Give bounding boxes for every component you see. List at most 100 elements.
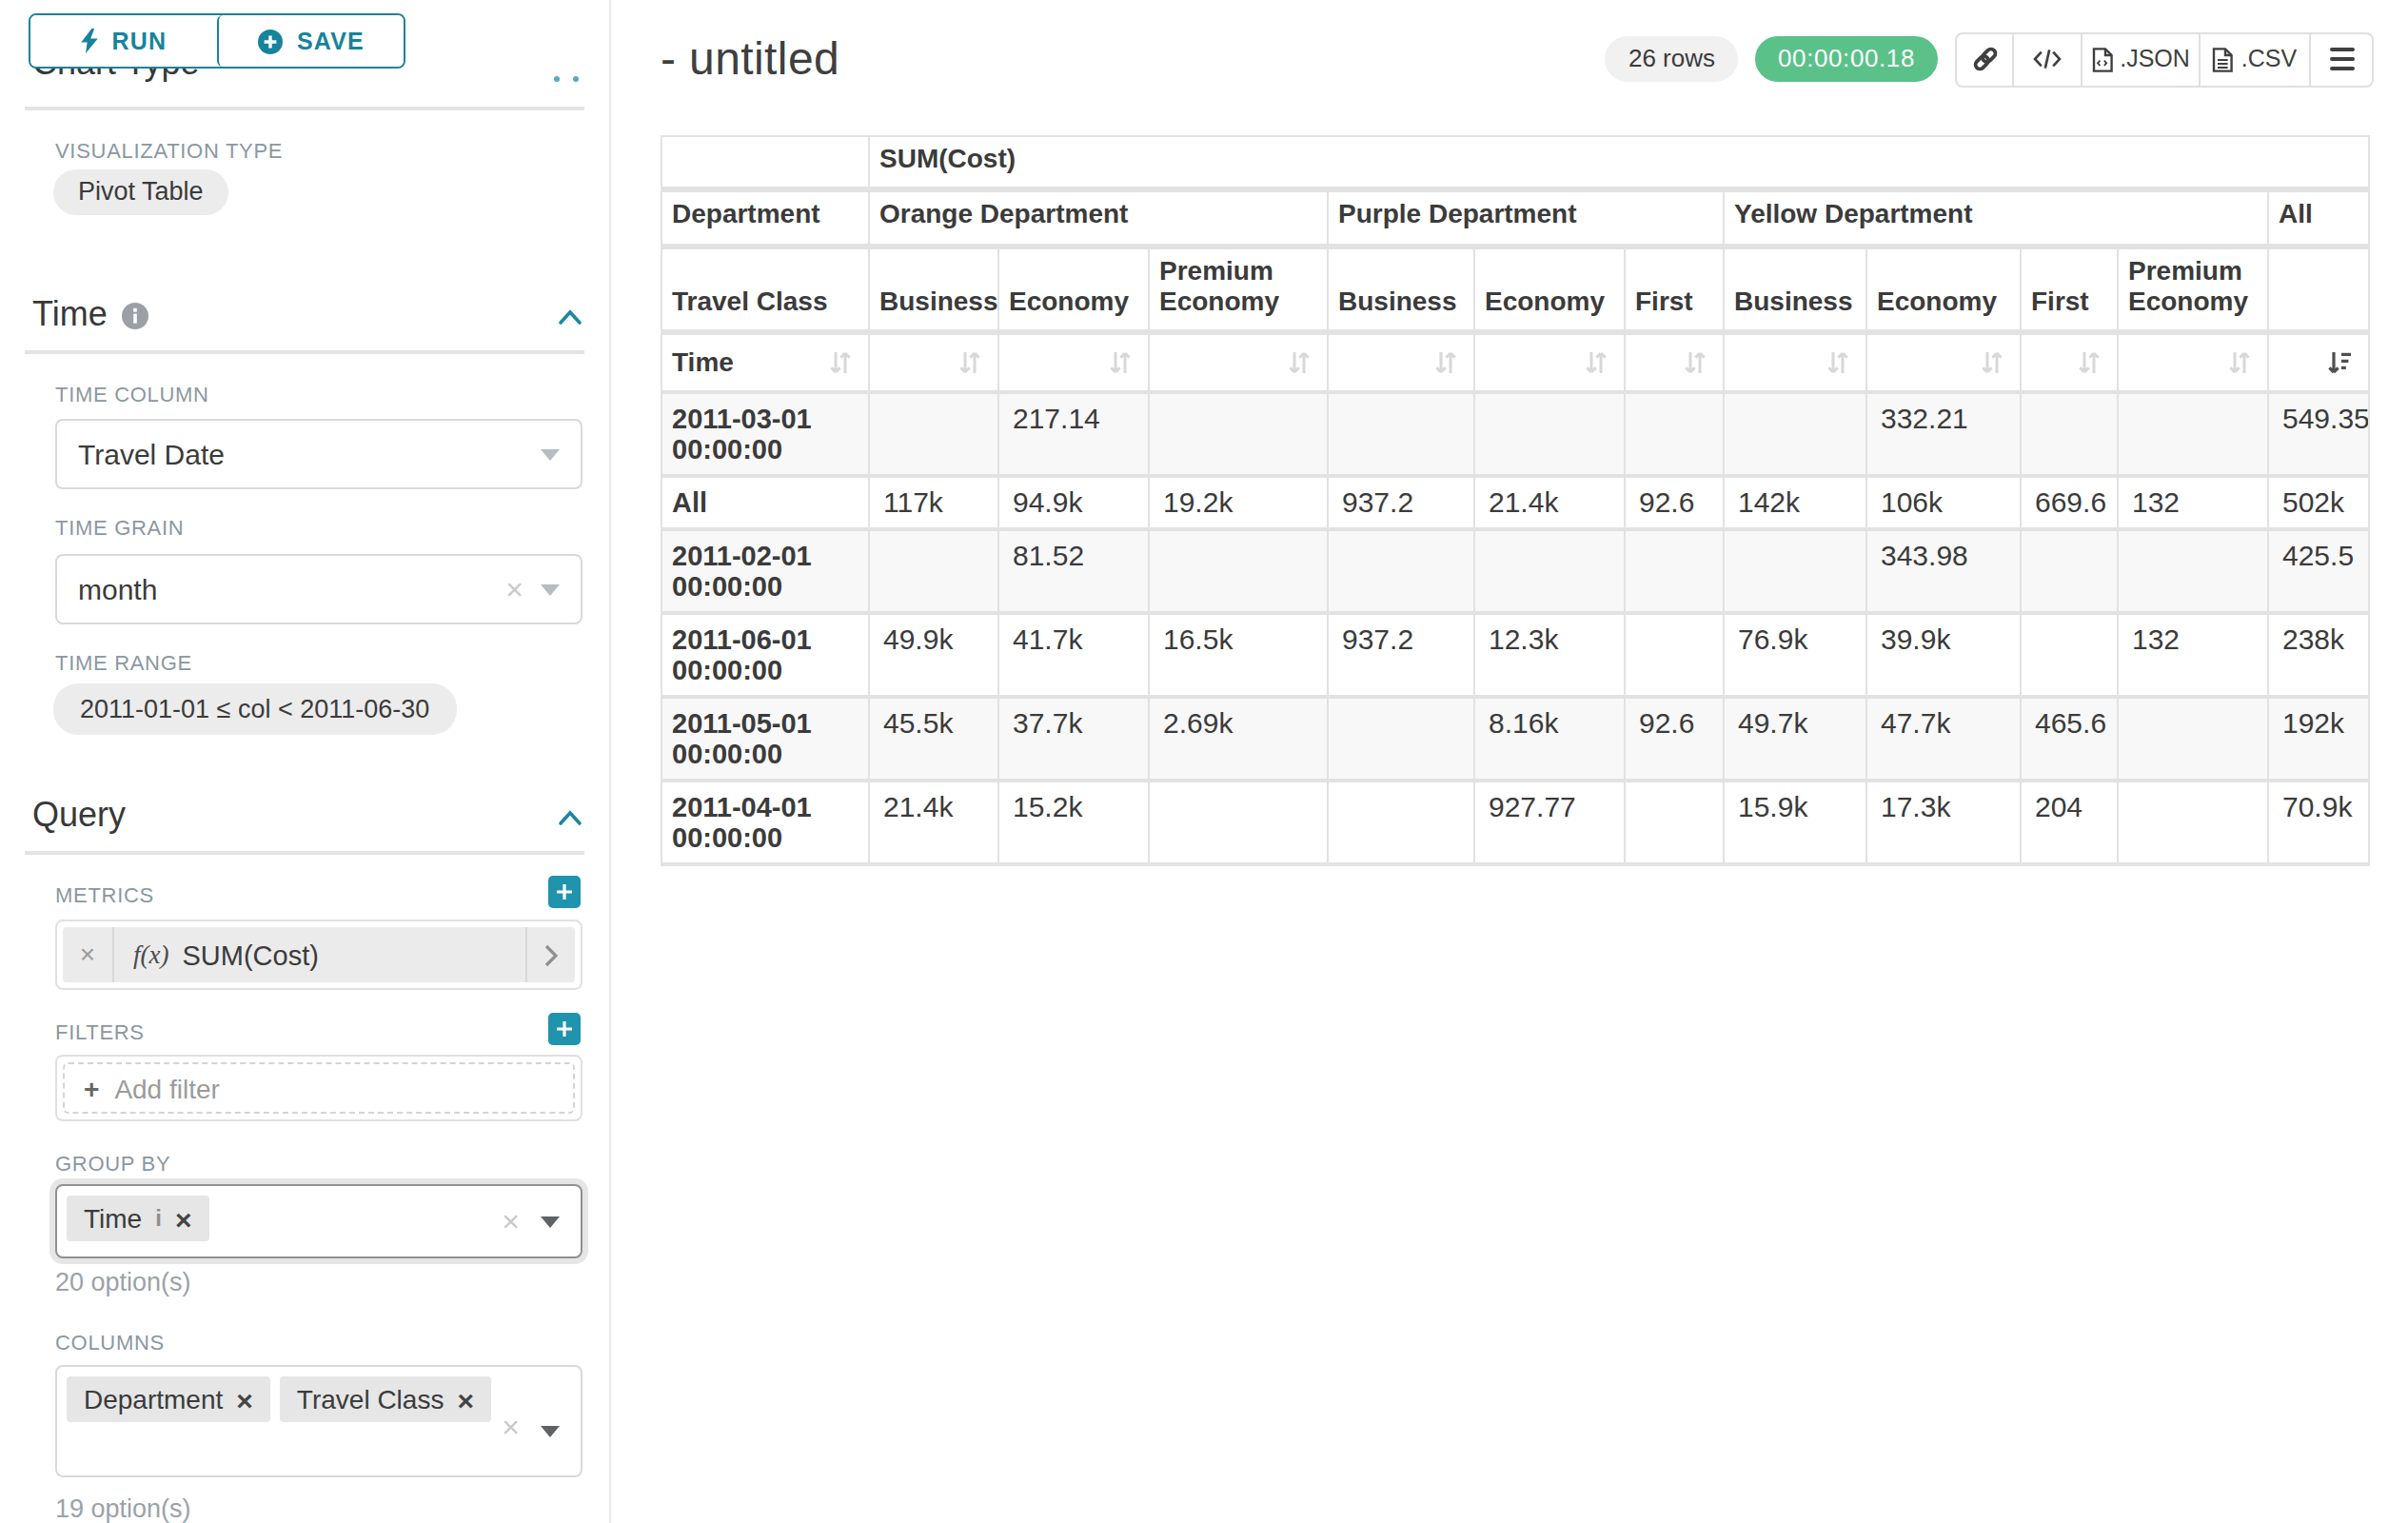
value-cell: 17.3k [1867, 781, 2022, 865]
sort-cell[interactable] [2269, 334, 2370, 393]
travel-class-header-cell: Economy [1867, 248, 2022, 334]
row-header-cell: 2011-02-01 00:00:00 [661, 530, 870, 614]
time-range-pill[interactable]: 2011-01-01 ≤ col < 2011-06-30 [53, 683, 456, 735]
sort-icon[interactable] [1683, 349, 1707, 374]
sort-desc-icon[interactable] [2326, 349, 2353, 374]
columns-chip[interactable]: Travel Class × [280, 1376, 491, 1422]
add-filter-button[interactable]: + Add filter [63, 1062, 575, 1114]
save-button[interactable]: SAVE [216, 15, 404, 67]
sort-cell[interactable] [1475, 334, 1626, 393]
export-csv-button[interactable]: .CSV [2201, 33, 2311, 85]
caret-down-icon [541, 1216, 560, 1227]
run-save-button-group: RUN SAVE [29, 13, 405, 69]
run-button[interactable]: RUN [30, 15, 216, 67]
department-axis-label: Department [661, 191, 870, 248]
sort-cell[interactable] [2022, 334, 2119, 393]
menu-button[interactable] [2311, 33, 2372, 85]
sort-cell[interactable] [1626, 334, 1725, 393]
value-cell: 927.77 [1475, 781, 1626, 865]
columns-select[interactable]: Department× Travel Class × × [55, 1365, 582, 1477]
copy-link-button[interactable] [1957, 33, 2014, 85]
value-cell: 19.2k [1150, 477, 1329, 530]
travel-class-header-cell: First [2022, 248, 2119, 334]
chip-label: Travel Class [297, 1384, 444, 1414]
columns-chip[interactable]: Department× [67, 1376, 270, 1422]
value-cell [2119, 530, 2269, 614]
remove-chip-icon[interactable]: × [175, 1204, 192, 1233]
info-circle-icon [123, 302, 149, 328]
sort-cell[interactable] [2119, 334, 2269, 393]
divider [25, 851, 584, 855]
chart-title[interactable]: - untitled [661, 32, 839, 86]
clear-icon[interactable]: × [502, 1206, 520, 1236]
value-cell: 425.5 [2269, 530, 2370, 614]
time-section-header[interactable]: Time [32, 295, 149, 335]
chevron-right-icon[interactable] [525, 927, 575, 982]
value-cell: 238k [2269, 614, 2370, 698]
sort-icon[interactable] [1433, 349, 1458, 374]
sort-cell[interactable] [1725, 334, 1867, 393]
clear-icon[interactable]: × [502, 1413, 520, 1443]
query-section-header[interactable]: Query [32, 796, 126, 836]
sort-cell[interactable] [1329, 334, 1475, 393]
add-filter-plus-button[interactable] [548, 1013, 581, 1045]
value-cell: 937.2 [1329, 477, 1475, 530]
sort-icon[interactable] [1287, 349, 1312, 374]
clear-icon[interactable]: × [505, 574, 523, 604]
value-cell [1150, 530, 1329, 614]
travel-class-header-cell: Business [1329, 248, 1475, 334]
value-cell [2022, 393, 2119, 477]
value-cell [1475, 393, 1626, 477]
sort-cell[interactable] [1150, 334, 1329, 393]
metric-chip[interactable]: × f(x) SUM(Cost) [63, 927, 575, 982]
value-cell [1329, 781, 1475, 865]
department-header-cell: Orange Department [870, 191, 1329, 248]
sort-icon[interactable] [2227, 349, 2252, 374]
remove-metric-icon[interactable]: × [63, 927, 114, 982]
remove-chip-icon[interactable]: × [236, 1385, 253, 1414]
row-header-cell: 2011-03-01 00:00:00 [661, 393, 870, 477]
add-metric-button[interactable] [548, 876, 581, 908]
sort-icon[interactable] [1108, 349, 1133, 374]
value-cell: 37.7k [999, 698, 1150, 781]
sort-icon[interactable] [1826, 349, 1850, 374]
chevron-up-icon[interactable] [558, 809, 582, 826]
sort-cell[interactable] [1867, 334, 2022, 393]
time-grain-select[interactable]: month × [55, 554, 582, 624]
group-by-select[interactable]: Timei× × [55, 1184, 582, 1258]
table-row: 2011-03-01 00:00:00217.14332.21549.35 [661, 393, 2370, 477]
value-cell: 12.3k [1475, 614, 1626, 698]
remove-chip-icon[interactable]: × [457, 1385, 474, 1414]
view-query-button[interactable] [2014, 33, 2082, 85]
value-cell [2022, 530, 2119, 614]
value-cell: 106k [1867, 477, 2022, 530]
plus-icon [556, 1020, 573, 1038]
sort-icon[interactable] [2077, 349, 2102, 374]
value-cell: 21.4k [870, 781, 999, 865]
value-cell [1475, 530, 1626, 614]
link-icon [1971, 46, 1998, 72]
time-label: Time [672, 346, 734, 378]
sort-icon[interactable] [828, 349, 853, 374]
value-cell: 2.69k [1150, 698, 1329, 781]
export-json-button[interactable]: .JSON [2082, 33, 2201, 85]
travel-class-header-cell [2269, 248, 2370, 334]
dot-icon [554, 76, 560, 82]
value-cell: 39.9k [1867, 614, 2022, 698]
value-cell: 16.5k [1150, 614, 1329, 698]
group-by-chip[interactable]: Timei× [67, 1196, 208, 1241]
chevron-up-icon[interactable] [558, 308, 582, 326]
value-cell [870, 530, 999, 614]
row-count-badge: 26 rows [1606, 36, 1738, 82]
sort-icon[interactable] [1980, 349, 2004, 374]
time-column-select[interactable]: Travel Date [55, 419, 582, 489]
sort-icon[interactable] [957, 349, 982, 374]
sort-cell[interactable] [870, 334, 999, 393]
sort-cell[interactable] [999, 334, 1150, 393]
travel-class-header-cell: Business [870, 248, 999, 334]
value-cell [1626, 530, 1725, 614]
sort-icon[interactable] [1584, 349, 1609, 374]
filters-box: + Add filter [55, 1055, 582, 1121]
viz-type-pill[interactable]: Pivot Table [53, 169, 228, 215]
group-by-label: GROUP BY [55, 1152, 170, 1175]
